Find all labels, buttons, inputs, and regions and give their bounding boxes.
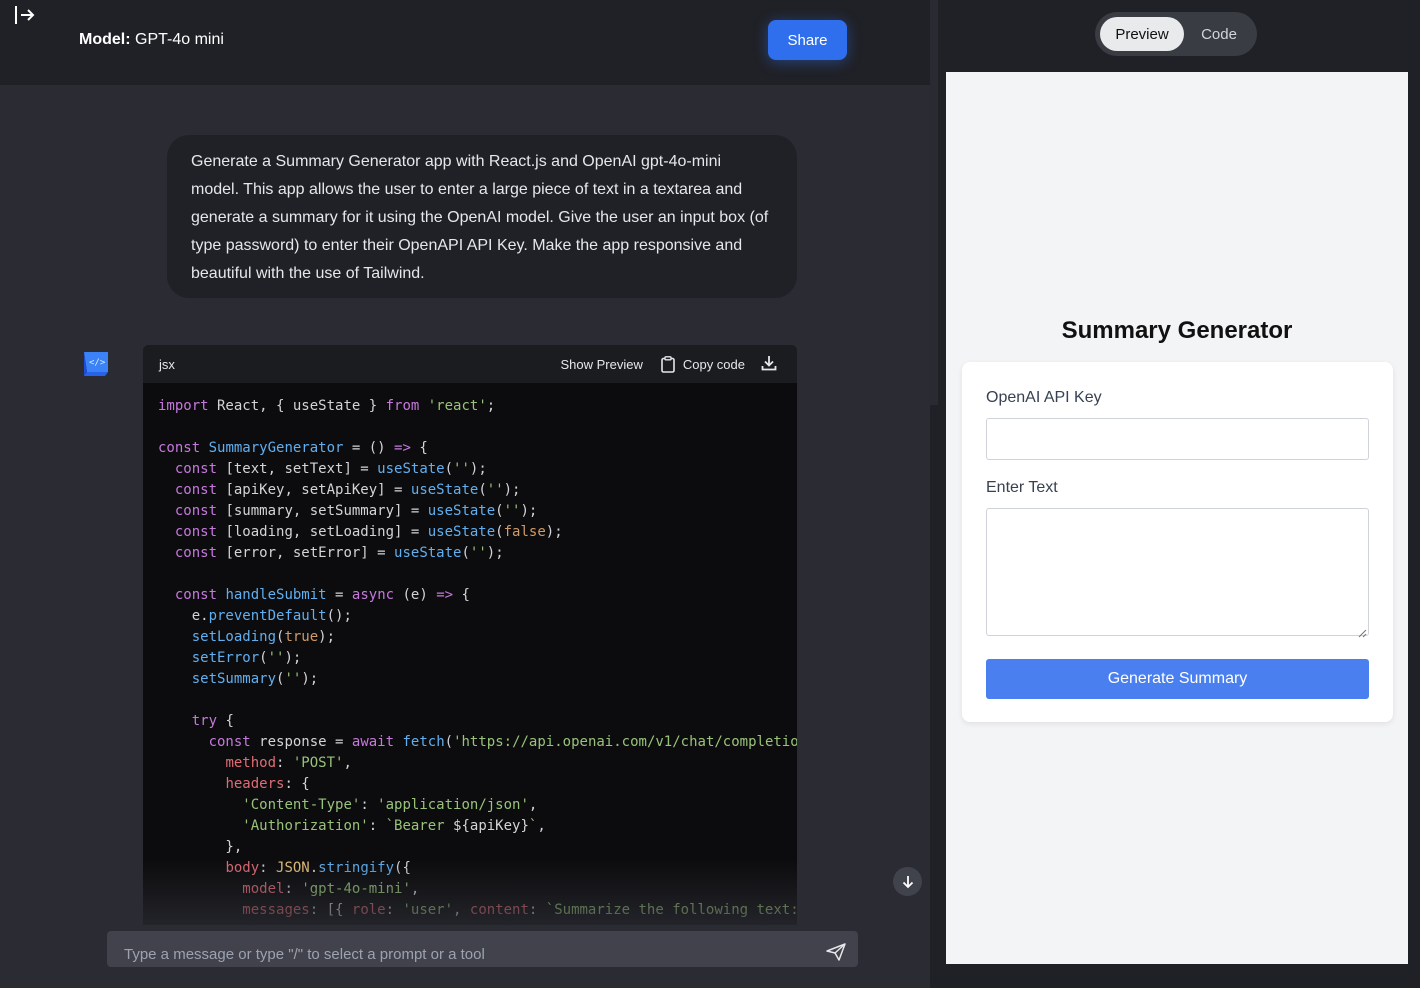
code-content: import React, { useState } from 'react';…: [158, 398, 797, 918]
download-icon[interactable]: [761, 355, 777, 374]
code-header: jsx Show Preview Copy code: [143, 345, 797, 383]
user-message: Generate a Summary Generator app with Re…: [167, 135, 797, 298]
code-bot-icon: </>: [81, 350, 111, 378]
summary-form-card: OpenAI API Key Enter Text Generate Summa…: [962, 362, 1393, 722]
view-toggle: Preview Code: [1095, 12, 1257, 56]
chat-scrollbar[interactable]: [930, 0, 938, 988]
chat-input-container: [107, 931, 858, 967]
sidebar-expand-icon[interactable]: [14, 5, 38, 25]
app-title: Summary Generator: [1061, 317, 1293, 344]
chat-pane: Model: GPT-4o mini Share Generate a Summ…: [0, 0, 930, 988]
text-input[interactable]: [986, 508, 1369, 636]
share-button[interactable]: Share: [768, 20, 847, 60]
preview-frame: Summary Generator OpenAI API Key Enter T…: [946, 72, 1408, 964]
code-block: jsx Show Preview Copy code import React,…: [143, 345, 797, 925]
arrow-down-icon[interactable]: [893, 867, 922, 896]
model-indicator: Model: GPT-4o mini: [79, 31, 224, 49]
api-key-input[interactable]: [986, 418, 1369, 460]
resize-grip-icon[interactable]: [1358, 625, 1367, 638]
copy-code-label: Copy code: [682, 357, 745, 372]
code-language: jsx: [159, 357, 175, 372]
chat-header: Model: GPT-4o mini Share: [0, 0, 930, 85]
svg-text:</>: </>: [89, 358, 106, 368]
clipboard-icon: [661, 356, 675, 373]
chat-scrollbar-thumb[interactable]: [930, 0, 938, 405]
model-name: GPT-4o mini: [135, 31, 224, 48]
tab-preview[interactable]: Preview: [1100, 17, 1184, 51]
tab-code[interactable]: Code: [1185, 17, 1253, 51]
copy-code-button[interactable]: Copy code: [661, 356, 745, 373]
chat-input[interactable]: [107, 931, 807, 967]
send-icon[interactable]: [826, 943, 846, 961]
model-prefix: Model:: [79, 31, 131, 48]
api-key-label: OpenAI API Key: [986, 389, 1102, 406]
text-label: Enter Text: [986, 479, 1058, 496]
preview-pane: Preview Code Summary Generator OpenAI AP…: [938, 0, 1420, 988]
show-preview-button[interactable]: Show Preview: [560, 357, 642, 372]
generate-summary-button[interactable]: Generate Summary: [986, 659, 1369, 699]
